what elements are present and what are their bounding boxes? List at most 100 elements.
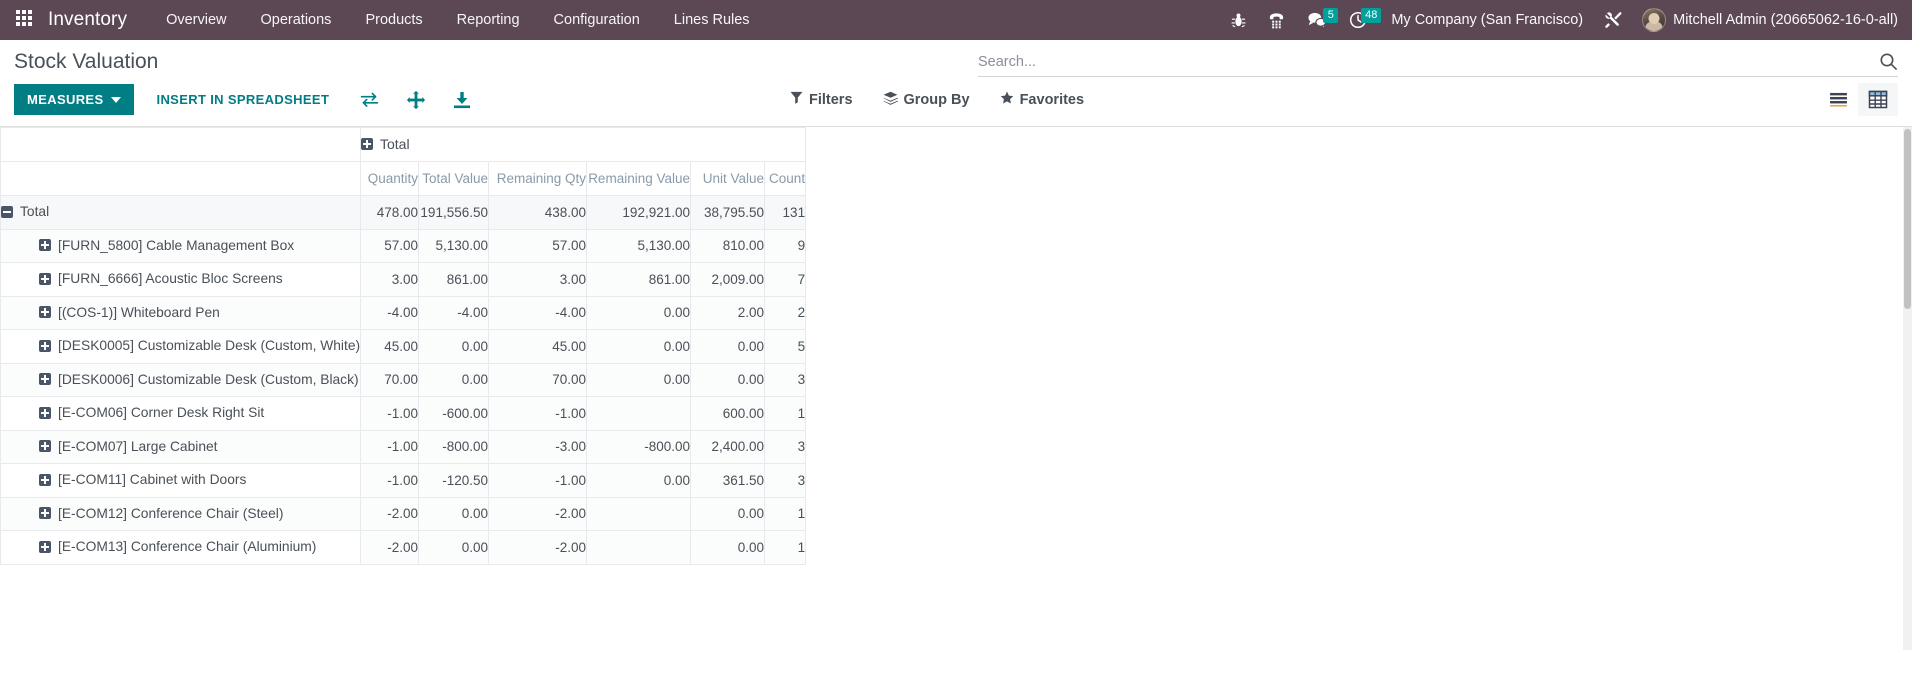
activities-clock-icon[interactable]: 48 bbox=[1338, 0, 1385, 40]
table-row[interactable]: [E-COM11] Cabinet with Doors -1.00 -120.… bbox=[1, 464, 806, 498]
expand-all-icon[interactable] bbox=[398, 85, 434, 115]
search-icon[interactable] bbox=[1871, 52, 1898, 71]
expand-plus-icon[interactable] bbox=[39, 541, 51, 553]
cell-total-value: 0.00 bbox=[419, 497, 489, 531]
control-panel: Stock Valuation MEASURES INSERT IN SPREA… bbox=[0, 40, 1912, 127]
cell-quantity: 57.00 bbox=[361, 229, 419, 263]
cell-remaining-qty: -3.00 bbox=[489, 430, 587, 464]
pivot-view-icon[interactable] bbox=[1858, 83, 1898, 116]
measure-header-total-value[interactable]: Total Value bbox=[419, 162, 489, 196]
table-row[interactable]: [E-COM12] Conference Chair (Steel) -2.00… bbox=[1, 497, 806, 531]
pivot-table-container[interactable]: Total Quantity Total Value Remaining Qty… bbox=[0, 127, 1912, 650]
expand-plus-icon[interactable] bbox=[39, 340, 51, 352]
flip-axis-icon[interactable] bbox=[351, 86, 388, 113]
pivot-total-row[interactable]: Total 478.00 191,556.50 438.00 192,921.0… bbox=[1, 196, 806, 230]
cell-remaining-value bbox=[587, 497, 691, 531]
star-icon bbox=[1000, 91, 1014, 109]
total-count: 131 bbox=[765, 196, 806, 230]
table-row[interactable]: [DESK0006] Customizable Desk (Custom, Bl… bbox=[1, 363, 806, 397]
list-view-icon[interactable] bbox=[1819, 85, 1858, 114]
row-header-product[interactable]: [DESK0006] Customizable Desk (Custom, Bl… bbox=[1, 363, 361, 397]
vertical-scrollbar[interactable] bbox=[1903, 127, 1912, 650]
row-header-product[interactable]: [(COS-1)] Whiteboard Pen bbox=[1, 296, 361, 330]
menu-item-configuration[interactable]: Configuration bbox=[537, 2, 657, 38]
row-header-product[interactable]: [E-COM06] Corner Desk Right Sit bbox=[1, 397, 361, 431]
group-by-label: Group By bbox=[904, 92, 970, 108]
collapse-minus-icon[interactable] bbox=[1, 206, 13, 218]
expand-plus-icon[interactable] bbox=[39, 407, 51, 419]
row-header-product[interactable]: [E-COM07] Large Cabinet bbox=[1, 430, 361, 464]
cell-remaining-qty: -2.00 bbox=[489, 497, 587, 531]
measure-header-quantity[interactable]: Quantity bbox=[361, 162, 419, 196]
cell-remaining-value: 861.00 bbox=[587, 263, 691, 297]
download-xlsx-icon[interactable] bbox=[444, 85, 480, 115]
menu-item-lines-rules[interactable]: Lines Rules bbox=[657, 2, 767, 38]
favorites-label: Favorites bbox=[1020, 92, 1084, 108]
table-row[interactable]: [E-COM07] Large Cabinet -1.00 -800.00 -3… bbox=[1, 430, 806, 464]
expand-plus-icon[interactable] bbox=[39, 474, 51, 486]
table-row[interactable]: [DESK0005] Customizable Desk (Custom, Wh… bbox=[1, 330, 806, 364]
group-by-button[interactable]: Group By bbox=[883, 85, 984, 115]
cell-total-value: 0.00 bbox=[419, 531, 489, 565]
expand-plus-icon[interactable] bbox=[39, 273, 51, 285]
row-header-product[interactable]: [E-COM13] Conference Chair (Aluminium) bbox=[1, 531, 361, 565]
table-row[interactable]: [FURN_6666] Acoustic Bloc Screens 3.00 8… bbox=[1, 263, 806, 297]
table-row[interactable]: [(COS-1)] Whiteboard Pen -4.00 -4.00 -4.… bbox=[1, 296, 806, 330]
menu-item-reporting[interactable]: Reporting bbox=[440, 2, 537, 38]
menu-item-products[interactable]: Products bbox=[348, 2, 439, 38]
user-avatar[interactable] bbox=[1642, 8, 1666, 32]
user-menu[interactable]: Mitchell Admin (20665062-16-0-all) bbox=[1673, 12, 1898, 28]
row-header-product[interactable]: [DESK0005] Customizable Desk (Custom, Wh… bbox=[1, 330, 361, 364]
measure-header-remaining-qty[interactable]: Remaining Qty bbox=[489, 162, 587, 196]
expand-plus-icon[interactable] bbox=[39, 440, 51, 452]
measures-label: MEASURES bbox=[27, 92, 103, 107]
measure-header-count[interactable]: Count bbox=[765, 162, 806, 196]
row-label-text: [E-COM07] Large Cabinet bbox=[58, 439, 218, 454]
cell-count: 7 bbox=[765, 263, 806, 297]
expand-plus-icon[interactable] bbox=[39, 306, 51, 318]
measure-header-unit-value[interactable]: Unit Value bbox=[691, 162, 765, 196]
wrench-screwdriver-icon[interactable] bbox=[1593, 0, 1634, 40]
scrollbar-thumb[interactable] bbox=[1904, 129, 1911, 309]
cell-remaining-qty: 45.00 bbox=[489, 330, 587, 364]
cell-remaining-value: 0.00 bbox=[587, 330, 691, 364]
row-header-total[interactable]: Total bbox=[1, 196, 361, 230]
cell-total-value: -800.00 bbox=[419, 430, 489, 464]
apps-grid-icon[interactable] bbox=[16, 10, 36, 30]
table-row[interactable]: [E-COM06] Corner Desk Right Sit -1.00 -6… bbox=[1, 397, 806, 431]
row-header-product[interactable]: [E-COM11] Cabinet with Doors bbox=[1, 464, 361, 498]
total-quantity: 478.00 bbox=[361, 196, 419, 230]
measure-header-remaining-value[interactable]: Remaining Value bbox=[587, 162, 691, 196]
pivot-corner-cell-2 bbox=[1, 162, 361, 196]
expand-plus-icon[interactable] bbox=[39, 239, 51, 251]
insert-in-spreadsheet-button[interactable]: INSERT IN SPREADSHEET bbox=[144, 84, 341, 115]
messages-icon[interactable]: 5 bbox=[1296, 0, 1338, 40]
measures-button[interactable]: MEASURES bbox=[14, 84, 134, 115]
layers-icon bbox=[883, 91, 898, 109]
expand-plus-icon[interactable] bbox=[39, 373, 51, 385]
table-row[interactable]: [E-COM13] Conference Chair (Aluminium) -… bbox=[1, 531, 806, 565]
row-header-product[interactable]: [FURN_6666] Acoustic Bloc Screens bbox=[1, 263, 361, 297]
dialpad-phone-icon[interactable] bbox=[1257, 0, 1296, 40]
company-switcher[interactable]: My Company (San Francisco) bbox=[1385, 12, 1593, 28]
table-row[interactable]: [FURN_5800] Cable Management Box 57.00 5… bbox=[1, 229, 806, 263]
expand-plus-icon[interactable] bbox=[39, 507, 51, 519]
favorites-button[interactable]: Favorites bbox=[1000, 85, 1098, 115]
row-header-product[interactable]: [E-COM12] Conference Chair (Steel) bbox=[1, 497, 361, 531]
expand-plus-icon[interactable] bbox=[361, 138, 373, 150]
cell-quantity: 45.00 bbox=[361, 330, 419, 364]
column-header-total[interactable]: Total bbox=[361, 128, 806, 162]
page-title: Stock Valuation bbox=[14, 50, 158, 74]
row-header-product[interactable]: [FURN_5800] Cable Management Box bbox=[1, 229, 361, 263]
cell-count: 9 bbox=[765, 229, 806, 263]
filters-button[interactable]: Filters bbox=[790, 85, 867, 114]
bug-icon[interactable] bbox=[1220, 0, 1257, 40]
cell-total-value: -600.00 bbox=[419, 397, 489, 431]
cell-count: 2 bbox=[765, 296, 806, 330]
search-input[interactable] bbox=[978, 54, 1871, 70]
app-brand-inventory[interactable]: Inventory bbox=[48, 9, 127, 31]
cell-unit-value: 0.00 bbox=[691, 497, 765, 531]
menu-item-operations[interactable]: Operations bbox=[244, 2, 349, 38]
cell-quantity: -4.00 bbox=[361, 296, 419, 330]
menu-item-overview[interactable]: Overview bbox=[149, 2, 243, 38]
